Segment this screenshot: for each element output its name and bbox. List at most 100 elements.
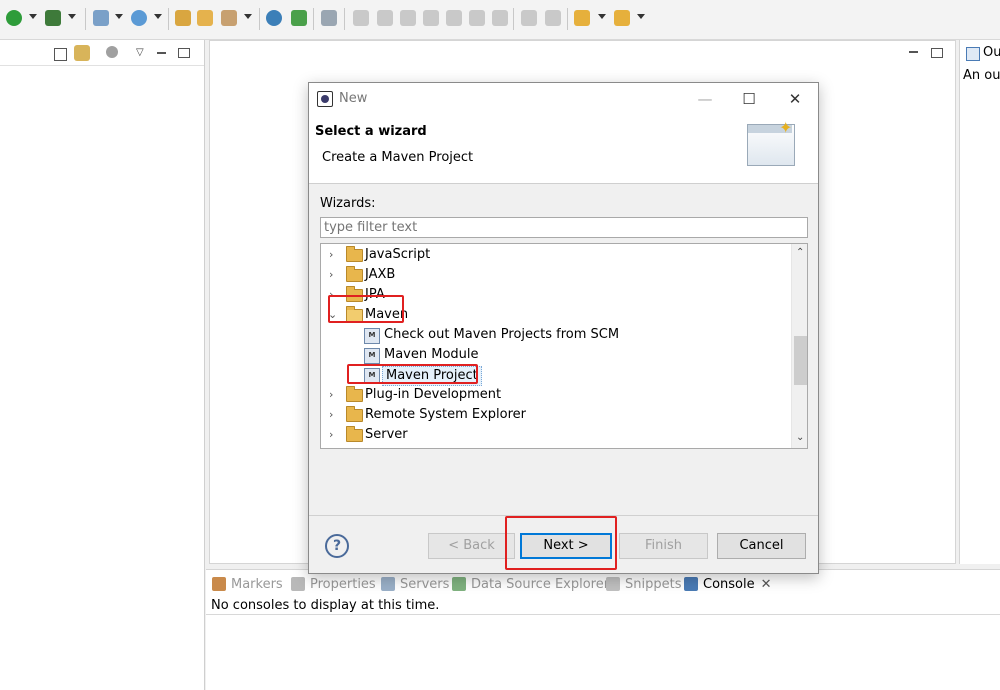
tree-item-maven[interactable]: ⌄ Maven: [321, 305, 791, 325]
folder-icon: [346, 266, 363, 282]
skip-breakpoints-icon[interactable]: [321, 10, 337, 26]
folder-icon: [346, 386, 363, 402]
maximize-icon[interactable]: [178, 48, 190, 58]
maximize-icon[interactable]: ☐: [739, 89, 759, 109]
maven-module-icon: M: [364, 348, 380, 364]
forward-icon[interactable]: [614, 10, 630, 26]
help-icon[interactable]: ?: [325, 534, 349, 558]
back-icon[interactable]: [574, 10, 590, 26]
chevron-right-icon[interactable]: ›: [329, 285, 339, 305]
step-over-icon[interactable]: [469, 10, 485, 26]
new-project-icon[interactable]: [93, 10, 109, 26]
collapse-all-icon[interactable]: [54, 48, 67, 61]
tree-item-plugin-development[interactable]: › Plug-in Development: [321, 385, 791, 405]
chevron-right-icon[interactable]: ›: [329, 425, 339, 445]
use-step-filters-icon[interactable]: [545, 10, 561, 26]
package-explorer-panel: ▽: [0, 40, 205, 690]
link-with-editor-icon[interactable]: [74, 45, 90, 61]
wizard-banner: Select a wizard Create a Maven Project ✦: [309, 114, 818, 184]
maven-project-icon: M: [364, 368, 380, 384]
chevron-right-icon[interactable]: ›: [329, 265, 339, 285]
step-return-icon[interactable]: [492, 10, 508, 26]
tree-item-checkout-scm[interactable]: M Check out Maven Projects from SCM: [321, 325, 791, 345]
run-dropdown-icon[interactable]: [29, 14, 37, 19]
chevron-right-icon[interactable]: ›: [329, 245, 339, 265]
cancel-button[interactable]: Cancel: [717, 533, 806, 559]
back-button[interactable]: < Back: [428, 533, 515, 559]
open-folder-icon[interactable]: [197, 10, 213, 26]
editor-maximize-icon[interactable]: [931, 48, 943, 58]
folder-icon: [346, 286, 363, 302]
suspend-icon[interactable]: [377, 10, 393, 26]
focus-icon[interactable]: [106, 46, 118, 58]
new-class-dropdown-icon[interactable]: [154, 14, 162, 19]
debug-dropdown-icon[interactable]: [68, 14, 76, 19]
package-explorer-header: ▽: [0, 40, 204, 66]
scrollbar-thumb[interactable]: [794, 336, 807, 385]
new-class-icon[interactable]: [131, 10, 147, 26]
chevron-down-icon[interactable]: ⌄: [328, 305, 338, 325]
debug-icon[interactable]: [45, 10, 61, 26]
close-icon[interactable]: ✕: [761, 577, 772, 592]
run-icon[interactable]: [6, 10, 22, 26]
outline-icon: [966, 47, 980, 61]
external-tools-dropdown-icon[interactable]: [244, 14, 252, 19]
tree-item-jpa[interactable]: › JPA: [321, 285, 791, 305]
banner-subtitle: Create a Maven Project: [322, 150, 474, 165]
wizards-tree[interactable]: › JavaScript › JAXB › JPA ⌄ Maven M Chec…: [320, 243, 808, 449]
tree-item-maven-project[interactable]: M Maven Project: [321, 365, 791, 386]
minimize-icon[interactable]: [157, 52, 166, 54]
minimize-icon[interactable]: —: [695, 89, 715, 109]
tab-servers[interactable]: Servers: [381, 575, 449, 593]
tab-properties[interactable]: Properties: [291, 575, 376, 593]
tab-markers[interactable]: Markers: [212, 575, 283, 593]
main-toolbar: [0, 0, 1000, 40]
web-browser-icon[interactable]: [266, 10, 282, 26]
folder-icon: [346, 426, 363, 442]
tree-item-remote-system-explorer[interactable]: › Remote System Explorer: [321, 405, 791, 425]
back-dropdown-icon[interactable]: [598, 14, 606, 19]
tree-item-server[interactable]: › Server: [321, 425, 791, 445]
tab-console[interactable]: Console ✕: [684, 575, 772, 593]
data-source-icon: [452, 577, 466, 591]
dialog-title-bar: New — ☐ ✕: [309, 83, 818, 114]
forward-dropdown-icon[interactable]: [637, 14, 645, 19]
tree-item-maven-module[interactable]: M Maven Module: [321, 345, 791, 365]
drop-to-frame-icon[interactable]: [521, 10, 537, 26]
chevron-right-icon[interactable]: ›: [329, 405, 339, 425]
resume-icon[interactable]: [353, 10, 369, 26]
run-as-icon[interactable]: [291, 10, 307, 26]
outline-panel: Ou An out: [959, 40, 1000, 564]
outline-tab[interactable]: Ou: [983, 45, 1000, 60]
maven-scm-icon: M: [364, 328, 380, 344]
wizards-label: Wizards:: [320, 196, 376, 211]
eclipse-app-icon: [317, 91, 333, 107]
folder-icon: [346, 246, 363, 262]
new-dropdown-icon[interactable]: [115, 14, 123, 19]
scroll-up-icon[interactable]: ⌃: [796, 247, 804, 258]
tab-snippets[interactable]: Snippets: [606, 575, 681, 593]
chevron-right-icon[interactable]: ›: [329, 385, 339, 405]
close-icon[interactable]: ✕: [785, 89, 805, 109]
filter-input[interactable]: [320, 217, 808, 238]
tree-item-javascript[interactable]: › JavaScript: [321, 245, 791, 265]
open-folder-icon: [346, 306, 363, 322]
editor-minimize-icon[interactable]: [909, 51, 918, 53]
banner-title: Select a wizard: [315, 124, 427, 139]
console-panel: Markers Properties Servers Data Source E…: [206, 569, 1000, 690]
terminate-icon[interactable]: [400, 10, 416, 26]
scroll-down-icon[interactable]: ⌄: [796, 432, 804, 443]
step-into-icon[interactable]: [446, 10, 462, 26]
tree-scrollbar[interactable]: ⌃ ⌄: [791, 244, 807, 448]
snippets-icon: [606, 577, 620, 591]
external-tools-icon[interactable]: [221, 10, 237, 26]
outline-message: An out: [963, 68, 1000, 83]
next-button[interactable]: Next >: [520, 533, 612, 559]
tree-item-jaxb[interactable]: › JAXB: [321, 265, 791, 285]
tab-data-source-explorer[interactable]: Data Source Explorer: [452, 575, 609, 593]
disconnect-icon[interactable]: [423, 10, 439, 26]
finish-button[interactable]: Finish: [619, 533, 708, 559]
servers-icon: [381, 577, 395, 591]
view-menu-icon[interactable]: ▽: [136, 47, 144, 58]
open-type-icon[interactable]: [175, 10, 191, 26]
